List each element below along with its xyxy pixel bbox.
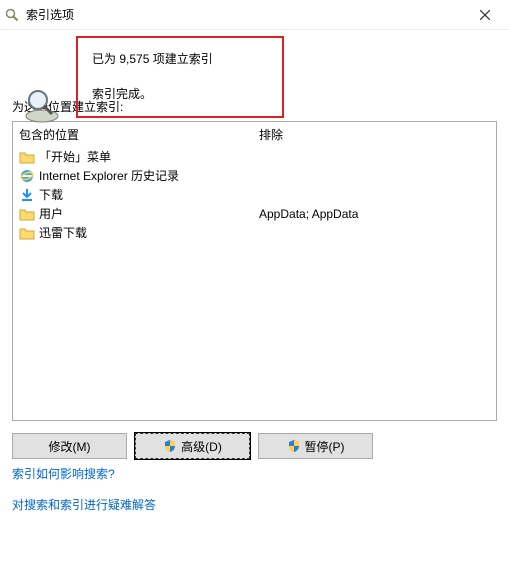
magnifier-drive-icon <box>22 84 62 124</box>
list-item-exclude <box>253 175 496 177</box>
advanced-button[interactable]: 高级(D) <box>135 433 250 459</box>
modify-label: 修改(M) <box>49 438 91 455</box>
list-item-exclude <box>253 156 496 158</box>
list-item[interactable]: 下载 <box>13 185 496 204</box>
folder-icon <box>19 225 35 241</box>
list-item-label: 下载 <box>39 186 63 203</box>
window-title: 索引选项 <box>26 6 465 23</box>
list-header: 包含的位置 排除 <box>13 122 496 147</box>
list-item[interactable]: 用户 AppData; AppData <box>13 204 496 223</box>
link-how-index-affects-search[interactable]: 索引如何影响搜索? <box>12 465 115 482</box>
status-highlight-box: 已为 9,575 项建立索引 索引完成。 <box>76 36 284 118</box>
locations-list: 包含的位置 排除 「开始」菜单Internet Explorer 历史记录下载用… <box>12 121 497 421</box>
shield-icon <box>287 439 301 453</box>
advanced-label: 高级(D) <box>181 438 222 455</box>
folder-icon <box>19 206 35 222</box>
link-troubleshoot-search[interactable]: 对搜索和索引进行疑难解答 <box>12 496 156 513</box>
column-exclude: 排除 <box>253 122 496 147</box>
shield-icon <box>163 439 177 453</box>
close-button[interactable] <box>465 1 505 29</box>
pause-label: 暂停(P) <box>305 438 345 455</box>
search-icon <box>4 7 20 23</box>
list-item-label: 迅雷下载 <box>39 224 87 241</box>
index-complete-text: 索引完成。 <box>92 85 268 102</box>
list-item-exclude <box>253 232 496 234</box>
list-item-label: 「开始」菜单 <box>39 148 111 165</box>
download-icon <box>19 187 35 203</box>
list-item-exclude: AppData; AppData <box>253 206 496 222</box>
list-item-label: 用户 <box>39 205 63 222</box>
list-item-exclude <box>253 194 496 196</box>
ie-icon <box>19 168 35 184</box>
status-area: 已为 9,575 项建立索引 索引完成。 <box>0 30 509 54</box>
list-item[interactable]: Internet Explorer 历史记录 <box>13 166 496 185</box>
help-links: 索引如何影响搜索? 对搜索和索引进行疑难解答 <box>12 465 497 527</box>
titlebar: 索引选项 <box>0 0 509 30</box>
folder-icon <box>19 149 35 165</box>
indexed-count-text: 已为 9,575 项建立索引 <box>92 50 268 67</box>
pause-button[interactable]: 暂停(P) <box>258 433 373 459</box>
modify-button[interactable]: 修改(M) <box>12 433 127 459</box>
list-item-label: Internet Explorer 历史记录 <box>39 167 179 184</box>
button-row: 修改(M) 高级(D) 暂停(P) <box>12 433 497 459</box>
column-include: 包含的位置 <box>13 122 253 147</box>
list-item[interactable]: 「开始」菜单 <box>13 147 496 166</box>
list-item[interactable]: 迅雷下载 <box>13 223 496 242</box>
